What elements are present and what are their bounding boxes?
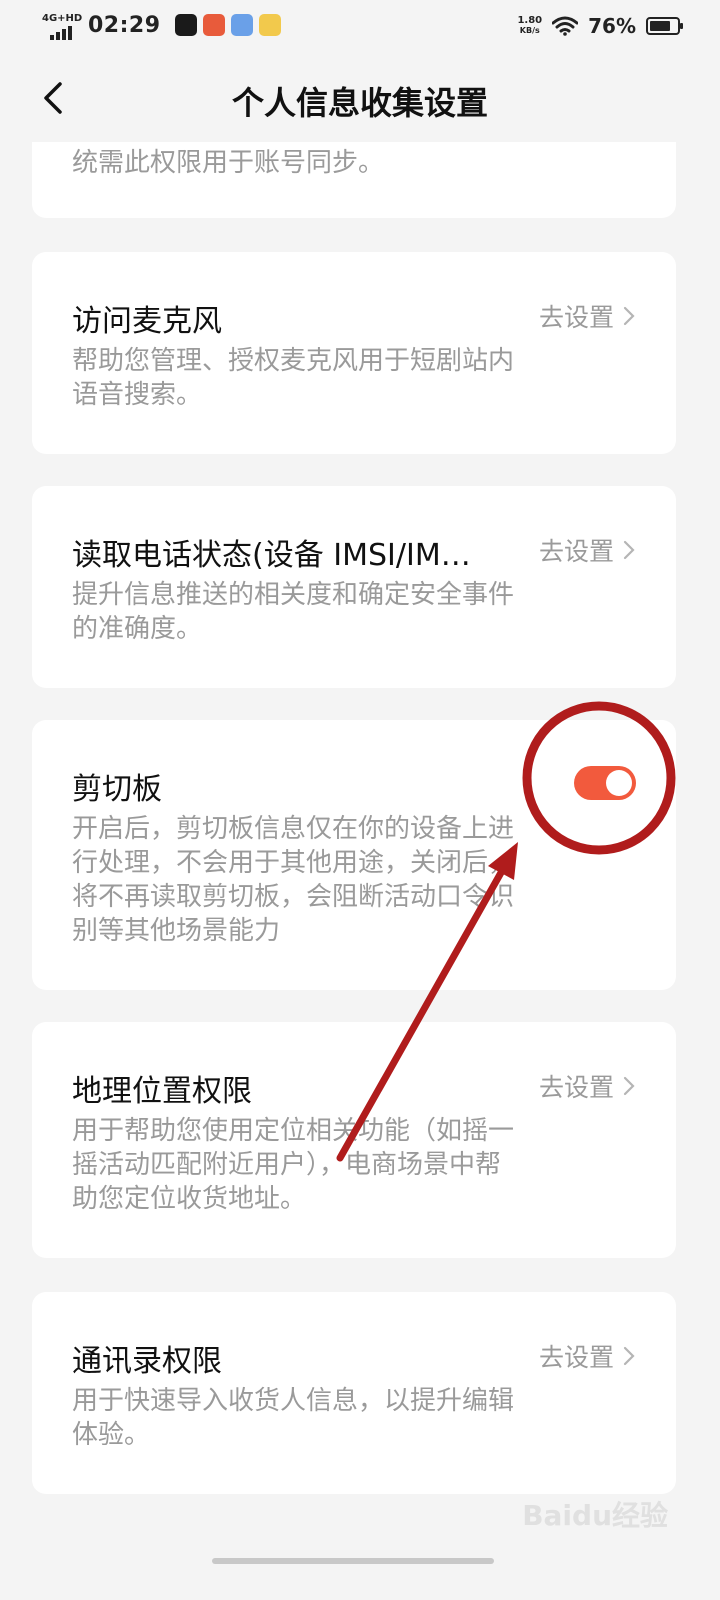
watermark-logo: Baidu经验: [522, 1499, 668, 1532]
wifi-icon: [552, 16, 579, 36]
network-speed-value: 1.80: [517, 15, 543, 26]
go-settings-label: 去设置: [538, 1073, 614, 1102]
go-settings-label: 去设置: [538, 303, 614, 332]
permission-description: 帮助您管理、授权麦克风用于短剧站内语音搜索。: [72, 346, 515, 410]
network-speed: 1.80 KB/s: [517, 16, 542, 36]
permission-description: 提升信息推送的相关度和确定安全事件的准确度。: [72, 580, 515, 644]
app-notification-icon: [230, 14, 253, 36]
permission-description: 开启后，剪切板信息仅在你的设备上进行处理，不会用于其他用途，关闭后，将不再读取剪…: [72, 814, 515, 946]
permission-card-location: 地理位置权限 去设置 用于帮助您使用定位相关功能（如摇一摇活动匹配附近用户），电…: [32, 1022, 676, 1258]
permission-title: 剪切板: [72, 772, 162, 807]
permission-card-microphone: 访问麦克风 去设置 帮助您管理、授权麦克风用于短剧站内语音搜索。: [32, 252, 676, 454]
permission-card-contacts: 通讯录权限 去设置 用于快速导入收货人信息，以提升编辑体验。: [32, 1292, 676, 1494]
app-notification-icon: [174, 14, 197, 36]
chevron-right-icon: [623, 1076, 635, 1096]
clipboard-toggle[interactable]: [574, 766, 636, 800]
permission-card-phone-state: 读取电话状态(设备 IMSI/IM… 去设置 提升信息推送的相关度和确定安全事件…: [32, 486, 676, 688]
toggle-knob: [606, 770, 632, 796]
permission-description: 用于快速导入收货人信息，以提升编辑体验。: [72, 1386, 515, 1450]
chevron-right-icon: [623, 540, 635, 560]
chevron-right-icon: [623, 306, 635, 326]
go-settings-button[interactable]: 去设置: [539, 1068, 636, 1104]
battery-percent: 76%: [588, 14, 636, 38]
clock: 02:29: [88, 12, 161, 38]
permission-card-clipboard: 剪切板 开启后，剪切板信息仅在你的设备上进行处理，不会用于其他用途，关闭后，将不…: [32, 720, 676, 990]
page-title: 个人信息收集设置: [231, 84, 488, 122]
app-notification-icon: [202, 14, 225, 36]
notification-icons: [174, 14, 281, 36]
cellular-signal-icon: 4G+HD: [42, 12, 83, 40]
header: 个人信息收集设置: [0, 56, 720, 142]
permission-description: 统需此权限用于账号同步。: [72, 148, 385, 178]
home-indicator[interactable]: [212, 1558, 494, 1564]
permission-title: 访问麦克风: [72, 304, 222, 339]
status-bar: 4G+HD 02:29 1.80 KB/s 76%: [0, 0, 720, 56]
go-settings-button[interactable]: 去设置: [539, 532, 636, 568]
permission-card-partial: 统需此权限用于账号同步。: [32, 142, 676, 218]
go-settings-label: 去设置: [538, 537, 614, 566]
permission-title: 通讯录权限: [72, 1344, 222, 1379]
go-settings-button[interactable]: 去设置: [539, 298, 636, 334]
permission-title: 地理位置权限: [72, 1074, 252, 1109]
permission-description: 用于帮助您使用定位相关功能（如摇一摇活动匹配附近用户），电商场景中帮助您定位收货…: [72, 1116, 515, 1214]
go-settings-button[interactable]: 去设置: [539, 1338, 636, 1374]
battery-icon: [646, 17, 683, 35]
go-settings-label: 去设置: [538, 1343, 614, 1372]
network-speed-unit: KB/s: [519, 26, 540, 35]
permission-title: 读取电话状态(设备 IMSI/IM…: [72, 538, 471, 573]
chevron-right-icon: [623, 1346, 635, 1366]
network-label: 4G+HD: [42, 13, 83, 24]
app-notification-icon: [258, 14, 281, 36]
